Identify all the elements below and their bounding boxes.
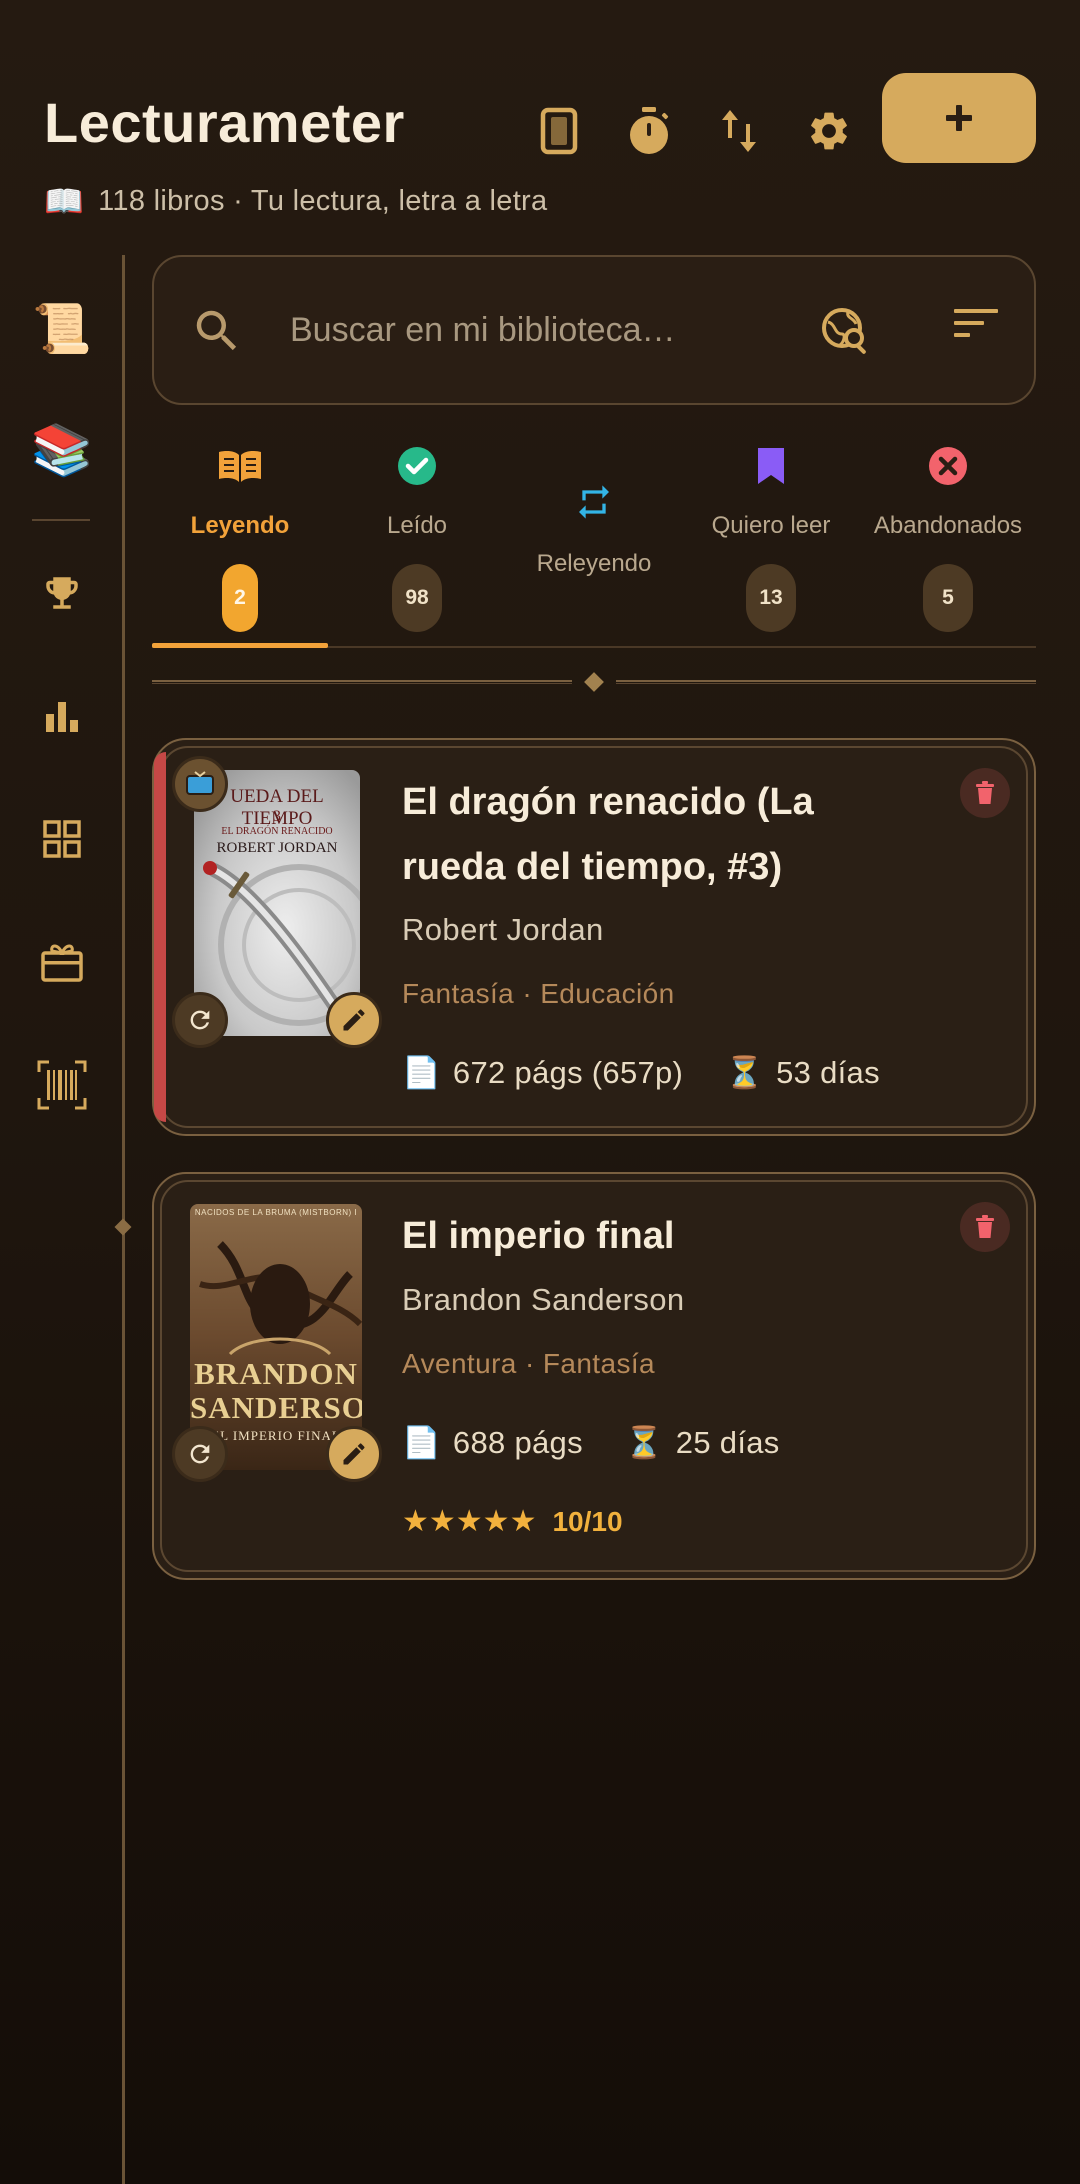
page-icon: 📄 xyxy=(402,1425,441,1460)
open-book-emoji-icon: 📖 xyxy=(44,183,85,219)
sidebar-diamond-ornament xyxy=(114,1218,132,1236)
filter-sort-icon[interactable] xyxy=(954,307,998,344)
book-title: El imperio final xyxy=(402,1215,675,1257)
tab-count-badge: 2 xyxy=(222,564,258,632)
book-author: Brandon Sanderson xyxy=(402,1282,685,1317)
online-search-icon[interactable] xyxy=(820,304,874,363)
book-author: Robert Jordan xyxy=(402,912,604,947)
refresh-icon[interactable] xyxy=(172,992,228,1048)
ornament-divider xyxy=(152,670,1036,694)
tab-leyendo[interactable]: Leyendo 2 xyxy=(152,430,328,650)
delete-book-button[interactable] xyxy=(960,768,1010,818)
sidebar-separator xyxy=(32,519,90,521)
refresh-icon[interactable] xyxy=(172,1426,228,1482)
search-icon xyxy=(190,304,244,363)
edit-pencil-icon[interactable] xyxy=(326,992,382,1048)
cover-author: SANDERSON xyxy=(190,1390,362,1425)
app-header: Lecturameter 📖 118 libros · Tu lectura, … xyxy=(44,73,1036,240)
reading-status-bar xyxy=(154,752,166,1122)
trash-icon xyxy=(976,781,994,804)
ornament-line-left xyxy=(152,680,572,684)
tab-count-badge: 98 xyxy=(392,564,442,632)
book-genres: Fantasía · Educación xyxy=(402,978,675,1009)
cover-series-title: NACIDOS DE LA BRUMA (MISTBORN) I xyxy=(194,1208,358,1217)
book-stats: 📄 672 págs (657p) ⏳ 53 días xyxy=(402,1054,880,1091)
stopwatch-icon[interactable] xyxy=(613,95,685,167)
ornament-diamond xyxy=(584,672,604,692)
days-count: 25 días xyxy=(675,1424,780,1460)
tab-leido[interactable]: Leído 98 xyxy=(329,430,505,650)
tab-label: Leyendo xyxy=(190,512,290,539)
page-icon: 📄 xyxy=(402,1055,441,1090)
search-bar xyxy=(152,255,1036,405)
rating-stars: ★★★★★ xyxy=(402,1505,537,1538)
repeat-icon xyxy=(506,480,682,524)
bookmark-icon xyxy=(683,444,859,488)
cover-book-title: EL DRAGÓN RENACIDO xyxy=(221,826,333,837)
cover-author: BRANDON xyxy=(194,1356,358,1391)
delete-book-button[interactable] xyxy=(960,1202,1010,1252)
check-circle-icon xyxy=(329,444,505,488)
tab-count-badge: 13 xyxy=(746,564,796,632)
page-count: 672 págs (657p) xyxy=(452,1054,684,1090)
sort-arrows-icon[interactable] xyxy=(703,95,775,167)
cover-volume-number: 3 xyxy=(273,808,281,825)
book-title: El dragón renacido (La rueda del tiempo,… xyxy=(402,770,962,900)
library-summary: 📖 118 libros · Tu lectura, letra a letra xyxy=(44,182,547,220)
book-genres: Aventura · Fantasía xyxy=(402,1348,655,1379)
book-card[interactable]: NACIDOS DE LA BRUMA (MISTBORN) I BRANDON… xyxy=(152,1172,1036,1580)
page-count: 688 págs xyxy=(452,1424,583,1460)
book-rating: ★★★★★ 10/10 xyxy=(402,1504,623,1539)
ornament-line-right xyxy=(616,680,1036,684)
tab-label: Releyendo xyxy=(536,550,652,577)
tab-releyendo[interactable]: Releyendo xyxy=(506,430,682,650)
books-icon[interactable]: 📚 xyxy=(22,410,102,490)
tab-label: Quiero leer xyxy=(711,512,831,539)
bar-chart-icon[interactable] xyxy=(22,676,102,756)
app-title: Lecturameter xyxy=(44,91,405,154)
tab-quiero-leer[interactable]: Quiero leer 13 xyxy=(683,430,859,650)
book-cover[interactable]: UEDA DEL TIEMPO 3 EL DRAGÓN RENACIDO ROB… xyxy=(194,770,360,1036)
cancel-circle-icon xyxy=(860,444,1036,488)
status-tabs: Leyendo 2 Leído 98 Releyendo Quiero leer… xyxy=(152,430,1036,650)
gear-icon[interactable] xyxy=(793,95,865,167)
library-summary-text: 118 libros · Tu lectura, letra a letra xyxy=(98,184,548,217)
book-title-line: rueda del tiempo, #3) xyxy=(402,846,783,888)
search-input[interactable] xyxy=(290,305,730,355)
tab-abandonados[interactable]: Abandonados 5 xyxy=(860,430,1036,650)
scroll-icon[interactable]: 📜 xyxy=(22,288,102,368)
hourglass-icon: ⏳ xyxy=(624,1425,664,1460)
edit-pencil-icon[interactable] xyxy=(326,1426,382,1482)
open-book-icon xyxy=(152,444,328,488)
rating-score: 10/10 xyxy=(552,1505,623,1537)
tv-badge-icon[interactable] xyxy=(172,756,228,812)
add-book-button[interactable] xyxy=(882,73,1036,163)
plus-icon xyxy=(946,105,972,131)
grid-icon[interactable] xyxy=(22,799,102,879)
book-card-icon[interactable] xyxy=(523,95,595,167)
trophy-icon[interactable] xyxy=(22,553,102,633)
tab-count-badge: 5 xyxy=(923,564,973,632)
barcode-scan-icon[interactable] xyxy=(22,1045,102,1125)
book-card[interactable]: UEDA DEL TIEMPO 3 EL DRAGÓN RENACIDO ROB… xyxy=(152,738,1036,1136)
tab-label: Leído xyxy=(386,512,448,539)
active-tab-indicator xyxy=(152,643,328,648)
hourglass-icon: ⏳ xyxy=(725,1055,765,1090)
book-title-line: El dragón renacido (La xyxy=(402,781,814,823)
days-count: 53 días xyxy=(776,1054,880,1090)
gift-icon[interactable] xyxy=(22,922,102,1002)
tab-label: Abandonados xyxy=(873,512,1023,539)
trash-icon xyxy=(976,1215,994,1238)
cover-author: ROBERT JORDAN xyxy=(216,840,338,856)
book-stats: 📄 688 págs ⏳ 25 días xyxy=(402,1424,780,1461)
